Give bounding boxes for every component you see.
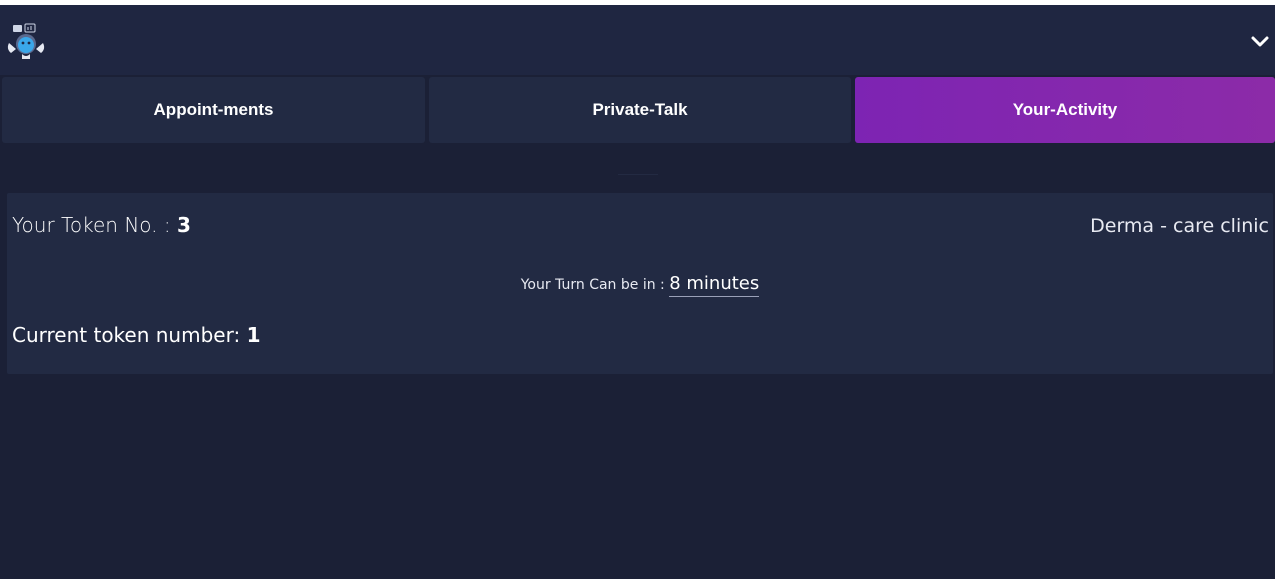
app-page: Appoint-ments Private-Talk Your-Activity… bbox=[0, 0, 1275, 579]
tab-private-talk[interactable]: Private-Talk bbox=[429, 77, 851, 143]
token-label: Your Token No. : bbox=[12, 213, 177, 237]
divider bbox=[618, 174, 658, 175]
token-line: Your Token No. : 3 bbox=[12, 213, 191, 237]
tab-bar: Appoint-ments Private-Talk Your-Activity bbox=[0, 77, 1275, 143]
activity-card: Your Token No. : 3 Derma - care clinic Y… bbox=[7, 193, 1273, 374]
token-value: 3 bbox=[176, 213, 191, 237]
chevron-down-icon[interactable] bbox=[1249, 31, 1271, 53]
tab-your-activity[interactable]: Your-Activity bbox=[855, 77, 1275, 143]
doctor-avatar-icon[interactable] bbox=[5, 23, 47, 61]
current-token-line: Current token number: 1 bbox=[12, 323, 260, 347]
turn-label: Your Turn Can be in : bbox=[520, 277, 670, 293]
tab-appointments[interactable]: Appoint-ments bbox=[2, 77, 425, 143]
turn-estimate: Your Turn Can be in : 8 minutes bbox=[7, 273, 1273, 297]
current-token-value: 1 bbox=[246, 323, 261, 347]
clinic-name: Derma - care clinic bbox=[1090, 215, 1269, 237]
turn-value: 8 minutes bbox=[669, 273, 760, 297]
current-token-label: Current token number: bbox=[12, 323, 247, 347]
navbar bbox=[0, 5, 1275, 75]
